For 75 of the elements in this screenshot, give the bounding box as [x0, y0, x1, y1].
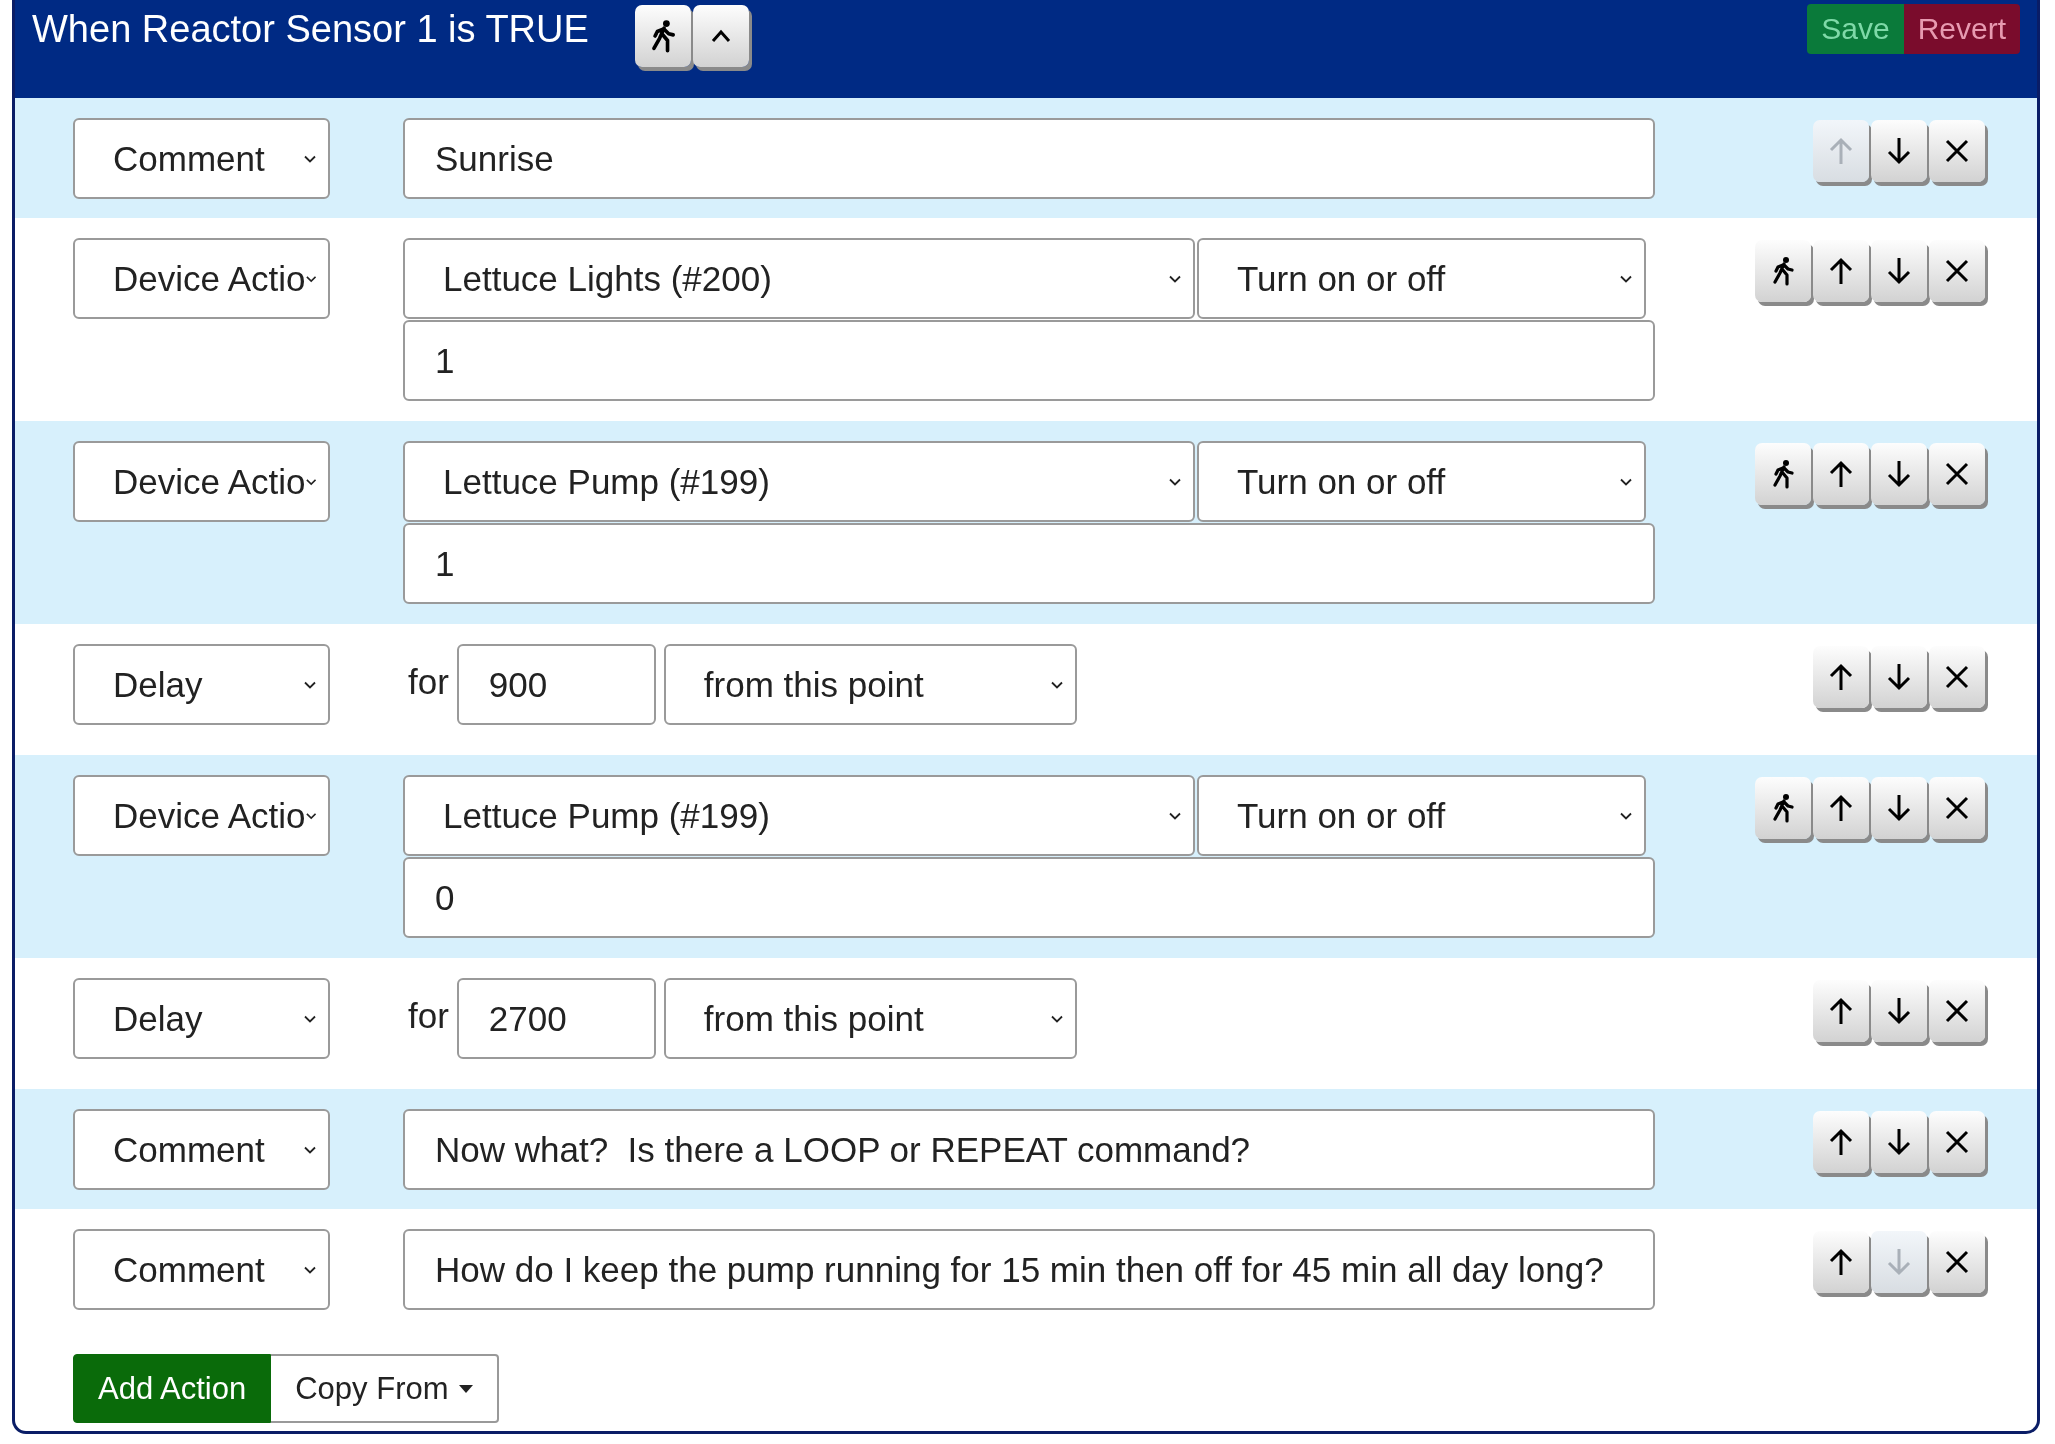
chevron-icon	[1169, 477, 1181, 486]
for-label: for	[408, 996, 449, 1036]
chevron-icon	[1169, 274, 1181, 283]
revert-button[interactable]: Revert	[1903, 4, 2020, 54]
chevron-icon	[1620, 477, 1632, 486]
chevron-icon	[1050, 680, 1063, 689]
action-type-select[interactable]: Device Actio	[73, 238, 330, 319]
operation-select[interactable]: Turn on or off	[1197, 238, 1646, 319]
chevron-icon	[304, 680, 316, 689]
close-icon	[1945, 1130, 1969, 1154]
chevron-icon	[305, 477, 316, 486]
arrow-down-icon	[1887, 257, 1911, 285]
action-type-select[interactable]: Delay	[73, 644, 330, 725]
arrow-down-icon	[1887, 460, 1911, 488]
delay-mode-select[interactable]: from this point	[663, 978, 1077, 1059]
action-type-select[interactable]: Comment	[73, 1109, 330, 1190]
value-field[interactable]: 0	[403, 857, 1655, 938]
device-select[interactable]: Lettuce Lights (#200)	[403, 238, 1195, 319]
add-action-button[interactable]: Add Action	[73, 1354, 272, 1423]
close-icon	[1945, 1250, 1969, 1274]
operation-select[interactable]: Turn on or off	[1197, 775, 1646, 856]
arrow-up-icon	[1829, 1128, 1853, 1156]
chevron-icon	[1620, 274, 1632, 283]
caret-up-icon	[710, 29, 731, 43]
action-type-select[interactable]: Comment	[73, 118, 330, 199]
chevron-icon	[1169, 811, 1181, 820]
comment-field[interactable]: Sunrise	[403, 118, 1655, 199]
arrow-down-icon	[1887, 1128, 1911, 1156]
comment-field[interactable]: How do I keep the pump running for 15 min then off for 45 min all day long?	[403, 1229, 1655, 1310]
value-field[interactable]: 1	[403, 320, 1655, 401]
arrow-down-icon	[1887, 1248, 1911, 1276]
chevron-icon	[304, 154, 316, 163]
close-icon	[1945, 259, 1969, 283]
running-person-icon	[1771, 459, 1795, 489]
action-type-select[interactable]: Comment	[73, 1229, 330, 1310]
chevron-icon	[1620, 811, 1632, 820]
action-type-select[interactable]: Device Actio	[73, 775, 330, 856]
arrow-up-icon	[1829, 663, 1853, 691]
running-person-icon	[1771, 256, 1795, 286]
close-icon	[1945, 462, 1969, 486]
action-type-select[interactable]: Device Actio	[73, 441, 330, 522]
chevron-icon	[305, 274, 316, 283]
arrow-up-icon	[1829, 1248, 1853, 1276]
arrow-up-icon	[1829, 257, 1853, 285]
close-icon	[1945, 665, 1969, 689]
arrow-up-icon	[1829, 460, 1853, 488]
delay-amount-field[interactable]: 900	[456, 644, 656, 725]
arrow-down-icon	[1887, 997, 1911, 1025]
arrow-down-icon	[1887, 137, 1911, 165]
rule-title: When Reactor Sensor 1 is TRUE	[32, 8, 589, 51]
close-icon	[1945, 139, 1969, 163]
device-select[interactable]: Lettuce Pump (#199)	[403, 775, 1195, 856]
comment-field[interactable]: Now what? Is there a LOOP or REPEAT command?	[403, 1109, 1655, 1190]
close-icon	[1945, 796, 1969, 820]
arrow-up-icon	[1829, 794, 1853, 822]
copy-from-button[interactable]: Copy From	[271, 1354, 499, 1423]
arrow-down-icon	[1887, 663, 1911, 691]
device-select[interactable]: Lettuce Pump (#199)	[403, 441, 1195, 522]
caret-down-icon	[458, 1384, 473, 1393]
chevron-icon	[304, 1145, 316, 1154]
delay-amount-field[interactable]: 2700	[456, 978, 656, 1059]
chevron-icon	[305, 811, 316, 820]
arrow-down-icon	[1887, 794, 1911, 822]
delay-mode-select[interactable]: from this point	[663, 644, 1077, 725]
close-icon	[1945, 999, 1969, 1023]
chevron-icon	[304, 1014, 316, 1023]
action-type-select[interactable]: Delay	[73, 978, 330, 1059]
running-person-icon	[1771, 793, 1795, 823]
value-field[interactable]: 1	[403, 523, 1655, 604]
arrow-up-icon	[1829, 137, 1853, 165]
chevron-icon	[1050, 1014, 1063, 1023]
arrow-up-icon	[1829, 997, 1853, 1025]
chevron-icon	[304, 1265, 316, 1274]
operation-select[interactable]: Turn on or off	[1197, 441, 1646, 522]
for-label: for	[408, 662, 449, 702]
